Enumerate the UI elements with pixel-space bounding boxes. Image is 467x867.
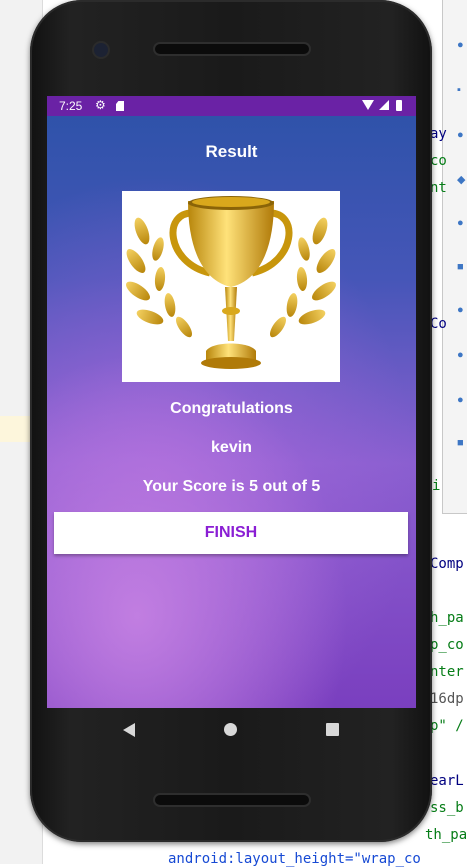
code-fragment: i: [432, 478, 441, 494]
ide-tool-icon[interactable]: ●: [457, 350, 467, 361]
phone-frame: 7:25 ⚙ Result Congratulations kevin Your…: [30, 0, 432, 842]
recents-icon[interactable]: [326, 723, 339, 736]
code-fragment: Co: [430, 316, 447, 332]
code-fragment: p_co: [430, 637, 464, 653]
code-fragment: nt: [430, 180, 447, 196]
status-bar: 7:25 ⚙: [47, 96, 416, 116]
code-fragment: h_pa: [430, 610, 464, 626]
ide-tool-icon[interactable]: ◆: [457, 175, 467, 186]
trophy-image: [122, 191, 340, 382]
code-fragment: th_pa: [425, 827, 467, 843]
ide-tool-icon[interactable]: ■: [457, 438, 467, 449]
sd-card-icon: [116, 101, 124, 111]
front-camera: [94, 43, 108, 57]
ide-tool-icon[interactable]: ●: [457, 218, 467, 229]
code-fragment: ss_b: [430, 800, 464, 816]
congratulations-text: Congratulations: [170, 400, 293, 417]
top-speaker: [155, 44, 309, 54]
score-text: Your Score is 5 out of 5: [142, 478, 321, 495]
finish-button[interactable]: FINISH: [54, 512, 408, 554]
app-screen: 7:25 ⚙ Result Congratulations kevin Your…: [47, 96, 416, 708]
nav-bar: [47, 708, 416, 752]
ide-tool-icon[interactable]: ●: [457, 305, 467, 316]
ide-tool-icon[interactable]: ●: [457, 395, 467, 406]
ide-tool-icon[interactable]: ●: [457, 40, 467, 51]
code-fragment: android:layout_height="wrap_co: [168, 851, 421, 867]
code-fragment: ay: [430, 126, 447, 142]
code-fragment: Comp: [430, 556, 464, 572]
battery-icon: [396, 100, 402, 111]
code-fragment: earL: [430, 773, 464, 789]
signal-icon: [379, 100, 389, 110]
code-fragment: 16dp: [430, 691, 464, 707]
code-fragment: nter: [430, 664, 464, 680]
wifi-icon: [362, 100, 374, 110]
status-time: 7:25: [59, 99, 83, 113]
home-icon[interactable]: [224, 723, 237, 736]
ide-tool-icon[interactable]: ▪: [457, 85, 467, 96]
ide-tool-icon[interactable]: ●: [457, 130, 467, 141]
back-icon[interactable]: [123, 723, 135, 737]
result-title: Result: [205, 142, 258, 161]
bottom-speaker: [155, 795, 309, 805]
code-fragment: co: [430, 153, 447, 169]
settings-icon: ⚙: [95, 98, 106, 112]
user-name: kevin: [211, 439, 252, 456]
code-fragment: p" /: [430, 718, 464, 734]
ide-tool-icon[interactable]: ■: [457, 262, 467, 273]
